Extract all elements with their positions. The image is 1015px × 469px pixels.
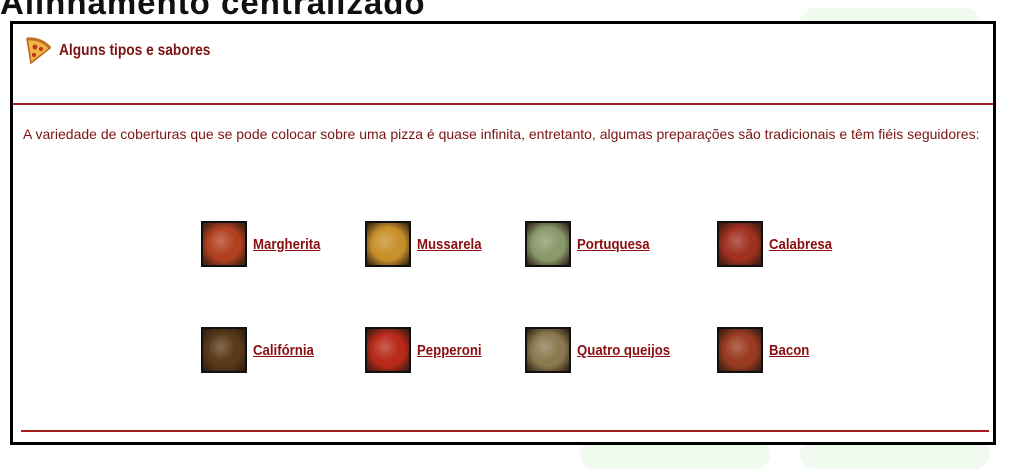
- flavor-link-pepperoni[interactable]: Pepperoni: [365, 327, 490, 373]
- flavor-link-quatro-queijos[interactable]: Quatro queijos: [525, 327, 683, 373]
- pizza-thumbnail[interactable]: [365, 327, 411, 373]
- pizza-thumbnail[interactable]: [525, 221, 571, 267]
- flavor-label[interactable]: Quatro queijos: [577, 342, 670, 359]
- pizza-thumbnail[interactable]: [717, 327, 763, 373]
- flavor-label[interactable]: Calabresa: [769, 236, 832, 253]
- flavor-link-calabresa[interactable]: Calabresa: [717, 221, 841, 267]
- flavor-link-margherita[interactable]: Margherita: [201, 221, 330, 267]
- flavor-link-portuquesa[interactable]: Portuquesa: [525, 221, 660, 267]
- pizza-thumbnail[interactable]: [717, 221, 763, 267]
- flavor-label[interactable]: Mussarela: [417, 236, 482, 253]
- divider: [21, 430, 989, 432]
- flavor-label[interactable]: Margherita: [253, 236, 320, 253]
- page-heading: Alinhamento centralizado: [0, 0, 426, 21]
- flavor-link-mussarela[interactable]: Mussarela: [365, 221, 490, 267]
- flavor-grid: Margherita Mussarela Portuquesa Calabres…: [13, 24, 993, 442]
- pizza-thumbnail[interactable]: [201, 327, 247, 373]
- flavor-label[interactable]: Portuquesa: [577, 236, 650, 253]
- flavors-panel: Alguns tipos e sabores A variedade de co…: [10, 21, 996, 445]
- flavor-label[interactable]: Pepperoni: [417, 342, 482, 359]
- flavor-label[interactable]: Califórnia: [253, 342, 314, 359]
- flavor-label[interactable]: Bacon: [769, 342, 809, 359]
- pizza-thumbnail[interactable]: [201, 221, 247, 267]
- flavor-link-california[interactable]: Califórnia: [201, 327, 322, 373]
- pizza-thumbnail[interactable]: [525, 327, 571, 373]
- flavor-link-bacon[interactable]: Bacon: [717, 327, 815, 373]
- pizza-thumbnail[interactable]: [365, 221, 411, 267]
